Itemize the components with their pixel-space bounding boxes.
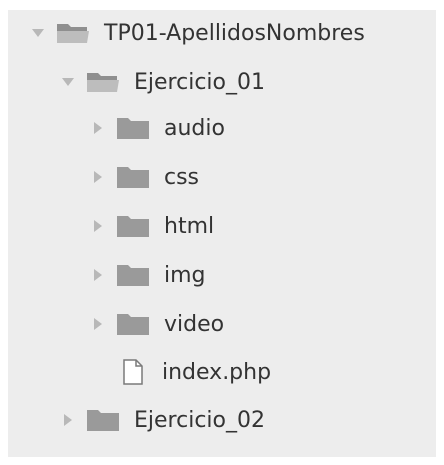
tree-item-label: Ejercicio_02 xyxy=(134,407,265,433)
chevron-right-icon[interactable] xyxy=(86,116,110,140)
tree-item-css[interactable]: css xyxy=(86,157,444,197)
chevron-right-icon[interactable] xyxy=(56,408,80,432)
folder-icon xyxy=(116,312,150,336)
tree-item-label: Ejercicio_01 xyxy=(134,69,265,95)
tree-item-label: video xyxy=(164,311,225,337)
folder-icon xyxy=(86,408,120,432)
folder-open-icon xyxy=(86,70,120,94)
tree-item-label: css xyxy=(164,164,200,190)
tree-item-ejercicio-01[interactable]: Ejercicio_01 xyxy=(56,62,444,102)
tree-item-label: html xyxy=(164,213,215,239)
folder-icon xyxy=(116,116,150,140)
chevron-right-icon[interactable] xyxy=(86,214,110,238)
chevron-down-icon[interactable] xyxy=(26,21,50,45)
file-icon xyxy=(122,359,144,385)
folder-open-icon xyxy=(56,21,90,45)
chevron-right-icon[interactable] xyxy=(86,165,110,189)
tree-item-index-php[interactable]: index.php xyxy=(86,352,444,392)
chevron-right-icon[interactable] xyxy=(86,263,110,287)
file-tree-panel: TP01-ApellidosNombres Ejercicio_01 audio xyxy=(8,10,436,457)
folder-icon xyxy=(116,263,150,287)
chevron-right-icon[interactable] xyxy=(86,312,110,336)
tree-item-audio[interactable]: audio xyxy=(86,108,444,148)
tree-item-label: img xyxy=(164,262,206,288)
tree-item-img[interactable]: img xyxy=(86,255,444,295)
tree-item-video[interactable]: video xyxy=(86,304,444,344)
folder-icon xyxy=(116,165,150,189)
tree-item-label: index.php xyxy=(162,359,272,385)
tree-item-root[interactable]: TP01-ApellidosNombres xyxy=(26,13,444,53)
tree-item-label: TP01-ApellidosNombres xyxy=(104,20,365,46)
tree-item-html[interactable]: html xyxy=(86,206,444,246)
tree-item-label: audio xyxy=(164,115,225,141)
chevron-down-icon[interactable] xyxy=(56,70,80,94)
folder-icon xyxy=(116,214,150,238)
tree-item-ejercicio-02[interactable]: Ejercicio_02 xyxy=(56,400,444,440)
